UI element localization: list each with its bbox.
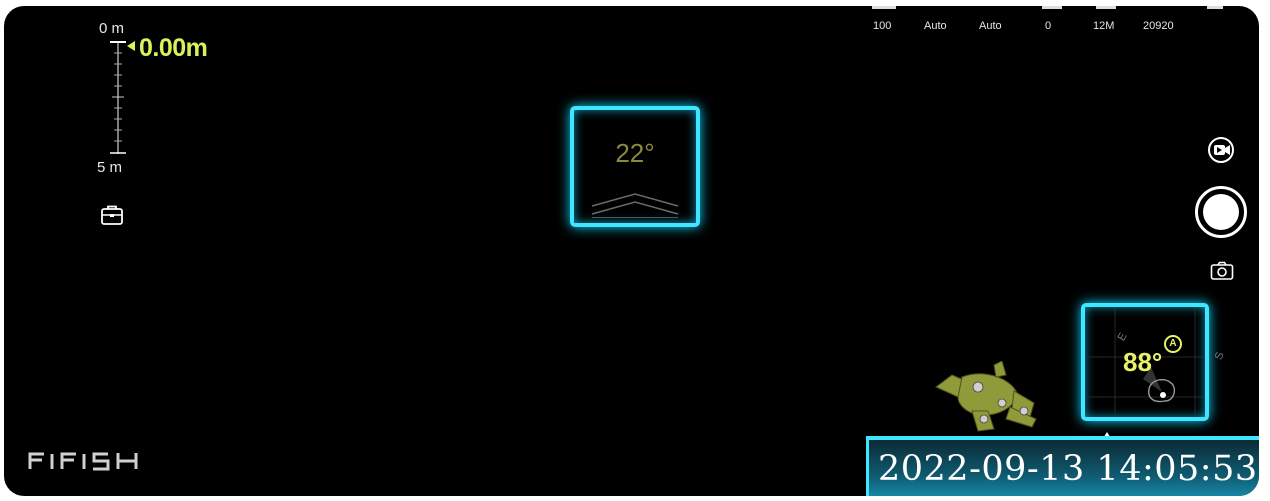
param-divider — [1207, 6, 1223, 9]
depth-value: 0.00m — [139, 34, 208, 62]
drone-attitude-icon — [935, 361, 1037, 432]
camera-icon[interactable] — [1210, 261, 1234, 281]
toolbox-icon[interactable] — [100, 203, 124, 227]
param-divider — [1042, 6, 1062, 9]
depth-indicator-arrow — [127, 41, 135, 51]
pitch-indicator: 22° — [570, 106, 700, 227]
camera-param-storage: 20920 — [1143, 20, 1174, 32]
depth-scale — [110, 41, 126, 154]
depth-scale-top-label: 0 m — [99, 20, 125, 37]
shutter-button[interactable] — [1195, 186, 1247, 238]
camera-param-shutter: Auto — [924, 20, 947, 32]
camera-param-wb: Auto — [979, 20, 1002, 32]
heading-value: 88° — [1123, 347, 1163, 377]
camera-param-resolution: 12M — [1093, 20, 1115, 32]
depth-scale-bottom-label: 5 m — [97, 159, 123, 176]
heading-lock-icon: A — [1164, 335, 1182, 353]
pitch-value: 22° — [615, 138, 655, 168]
param-divider — [872, 6, 896, 9]
switch-camera-icon[interactable] — [1206, 135, 1236, 165]
compass-south-label: S — [1212, 350, 1227, 362]
param-divider — [1096, 6, 1116, 9]
heading-compass: E 88° A — [1081, 303, 1209, 421]
shutter-button-inner — [1203, 194, 1239, 230]
camera-param-ev: 0 — [1045, 20, 1052, 32]
timestamp: 2022-09-13 14:05:53 — [878, 449, 1258, 489]
pitch-horizon-chevron — [591, 193, 679, 218]
camera-view: 0 m 0.00m 5 m 100 Auto Auto 0 12M 20920 … — [4, 6, 1259, 496]
camera-param-iso: 100 — [873, 20, 892, 32]
fifish-logo — [28, 452, 138, 471]
